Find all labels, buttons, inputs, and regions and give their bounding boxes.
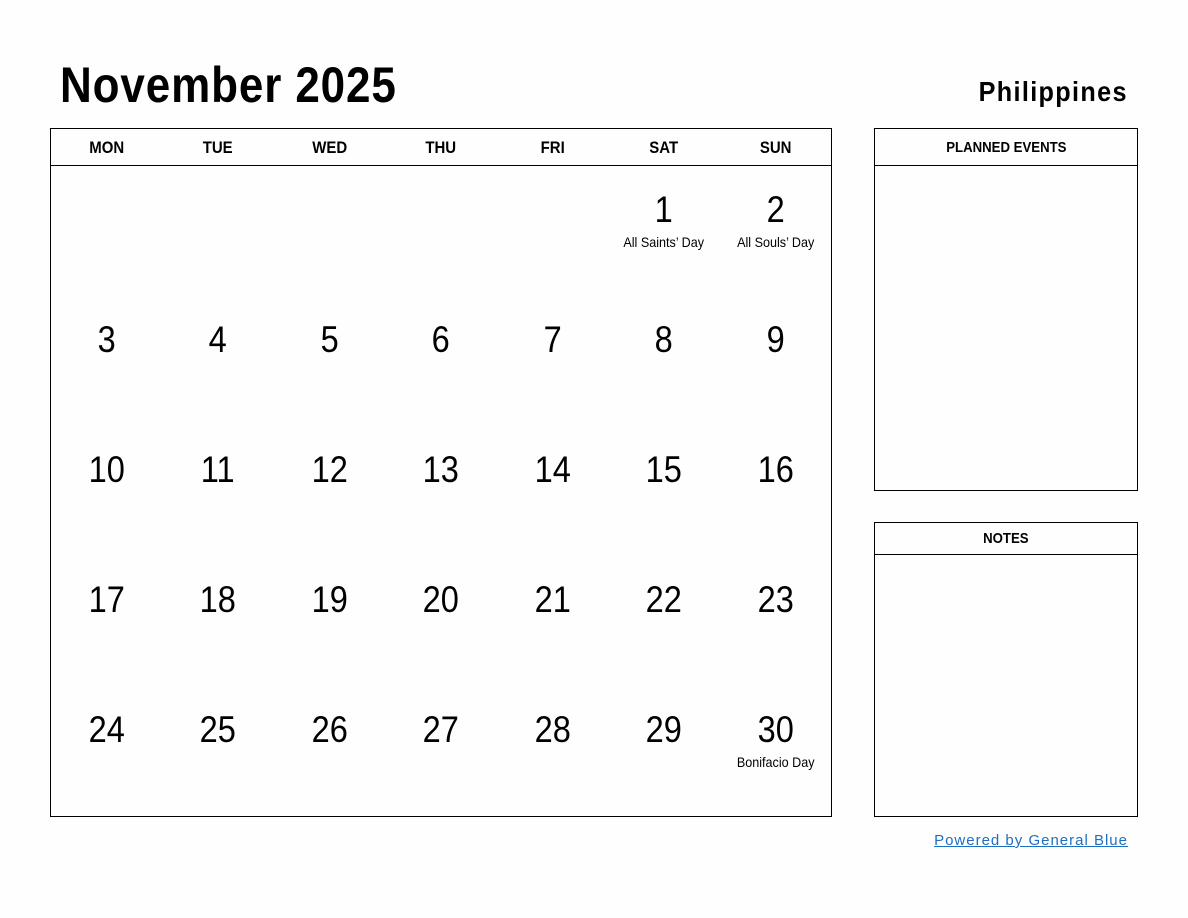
day-cell xyxy=(274,166,385,296)
day-number: 11 xyxy=(201,449,236,490)
day-number: 4 xyxy=(209,319,228,360)
day-number: 23 xyxy=(757,579,794,620)
day-number: 14 xyxy=(534,449,571,490)
day-cell: 13 xyxy=(385,426,496,556)
day-cell: 20 xyxy=(385,556,496,686)
day-number: 26 xyxy=(311,709,348,750)
day-number: 28 xyxy=(534,709,571,750)
day-cell: 22 xyxy=(608,556,719,686)
day-number: 1 xyxy=(654,189,673,230)
weekday-label: THU xyxy=(425,138,457,157)
day-cell: 1 All Saints’ Day xyxy=(608,166,719,296)
day-cell: 14 xyxy=(497,426,608,556)
weekday-label: MON xyxy=(89,138,125,157)
week-row: 24 25 26 27 28 29 30 Bonifacio Day xyxy=(51,686,831,816)
day-number: 18 xyxy=(200,579,237,620)
week-row: 10 11 12 13 14 15 16 xyxy=(51,426,831,556)
day-number: 15 xyxy=(645,449,682,490)
day-number: 7 xyxy=(543,319,562,360)
day-cell: 16 xyxy=(720,426,831,556)
day-number: 17 xyxy=(88,579,125,620)
day-number: 3 xyxy=(97,319,116,360)
day-cell: 7 xyxy=(497,296,608,426)
day-cell: 6 xyxy=(385,296,496,426)
calendar-weeks: 1 All Saints’ Day 2 All Souls’ Day 3 4 5 6 7 8 9 10… xyxy=(51,166,831,816)
day-number: 25 xyxy=(200,709,237,750)
day-number: 12 xyxy=(311,449,348,490)
day-number: 6 xyxy=(431,319,451,360)
day-number: 19 xyxy=(311,579,348,620)
day-cell: 23 xyxy=(720,556,831,686)
day-cell: 19 xyxy=(274,556,385,686)
day-cell xyxy=(162,166,273,296)
notes-panel: NOTES xyxy=(874,522,1138,817)
day-number: 20 xyxy=(422,579,460,620)
country-label: Philippines xyxy=(978,76,1128,107)
day-number: 30 xyxy=(757,709,794,750)
day-number: 16 xyxy=(757,449,794,490)
day-number: 27 xyxy=(422,709,460,750)
day-cell: 8 xyxy=(608,296,719,426)
day-cell: 24 xyxy=(51,686,162,816)
day-number: 2 xyxy=(766,189,785,230)
weekday-label: TUE xyxy=(203,138,234,157)
week-row: 3 4 5 6 7 8 9 xyxy=(51,296,831,426)
day-cell: 15 xyxy=(608,426,719,556)
day-cell: 25 xyxy=(162,686,273,816)
day-number: 8 xyxy=(654,319,673,360)
day-cell: 9 xyxy=(720,296,831,426)
weekday-label: FRI xyxy=(540,138,565,157)
planned-events-panel: PLANNED EVENTS xyxy=(874,128,1138,491)
day-cell: 10 xyxy=(51,426,162,556)
notes-heading: NOTES xyxy=(983,530,1029,547)
day-cell: 11 xyxy=(162,426,273,556)
week-row: 17 18 19 20 21 22 23 xyxy=(51,556,831,686)
day-cell: 17 xyxy=(51,556,162,686)
page-title: November 2025 xyxy=(60,57,397,113)
day-number: 13 xyxy=(422,449,460,490)
day-number: 9 xyxy=(766,319,785,360)
day-number: 21 xyxy=(534,579,571,620)
day-cell: 5 xyxy=(274,296,385,426)
day-cell: 3 xyxy=(51,296,162,426)
day-cell: 21 xyxy=(497,556,608,686)
day-number: 29 xyxy=(645,709,682,750)
holiday-label: All Saints’ Day xyxy=(623,234,705,250)
holiday-label: Bonifacio Day xyxy=(736,754,815,770)
day-cell: 30 Bonifacio Day xyxy=(720,686,831,816)
day-cell: 26 xyxy=(274,686,385,816)
weekday-label: SAT xyxy=(649,138,679,157)
day-cell: 18 xyxy=(162,556,273,686)
planned-events-heading: PLANNED EVENTS xyxy=(945,139,1067,156)
day-cell xyxy=(497,166,608,296)
day-cell: 27 xyxy=(385,686,496,816)
week-row: 1 All Saints’ Day 2 All Souls’ Day xyxy=(51,166,831,296)
day-cell: 28 xyxy=(497,686,608,816)
day-cell: 29 xyxy=(608,686,719,816)
weekday-label: WED xyxy=(312,138,348,157)
weekday-header: MON TUE WED THU FRI SAT SUN xyxy=(51,129,831,166)
holiday-label: All Souls’ Day xyxy=(736,234,814,250)
day-cell: 4 xyxy=(162,296,273,426)
day-cell xyxy=(51,166,162,296)
day-number: 5 xyxy=(320,319,339,360)
day-number: 22 xyxy=(645,579,682,620)
day-cell: 2 All Souls’ Day xyxy=(720,166,831,296)
calendar-grid: MON TUE WED THU FRI SAT SUN 1 All Saints’… xyxy=(50,128,832,817)
day-number: 10 xyxy=(88,449,125,490)
day-cell: 12 xyxy=(274,426,385,556)
powered-by-link[interactable]: Powered by General Blue xyxy=(934,832,1128,849)
weekday-label: SUN xyxy=(759,138,792,157)
day-cell xyxy=(385,166,496,296)
day-number: 24 xyxy=(88,709,125,750)
